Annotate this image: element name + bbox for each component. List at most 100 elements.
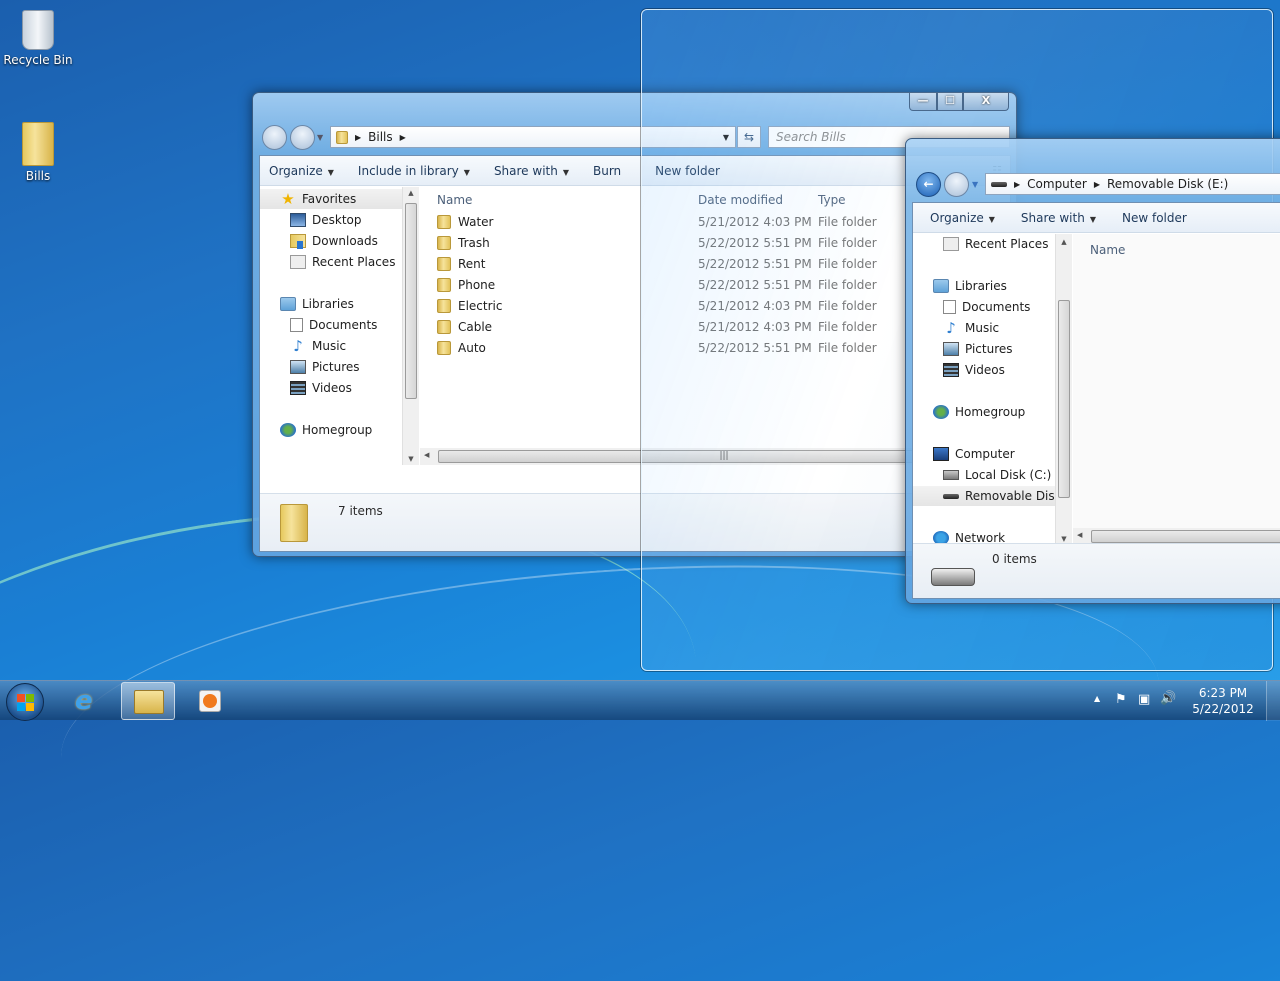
column-header-name[interactable]: Name — [437, 193, 472, 207]
nav-item-recent-places[interactable]: Recent Places — [260, 252, 402, 272]
folder-icon — [437, 299, 451, 313]
removable-disk-icon — [991, 181, 1007, 187]
include-in-library-button[interactable]: Include in library ▼ — [349, 164, 479, 178]
taskbar-windows-explorer[interactable] — [121, 682, 175, 720]
nav-item-computer[interactable]: Computer — [913, 444, 1055, 464]
nav-item-homegroup[interactable]: Homegroup — [260, 420, 402, 440]
scroll-thumb[interactable] — [1091, 530, 1280, 543]
file-date-modified: 5/22/2012 5:51 PM — [698, 257, 812, 271]
nav-item-libraries[interactable]: Libraries — [260, 294, 402, 314]
documents-icon — [290, 318, 303, 332]
nav-item-favorites[interactable]: ★ Favorites — [260, 189, 402, 209]
nav-item-local-disk-c[interactable]: Local Disk (C:) — [913, 465, 1055, 485]
nav-item-label: Computer — [955, 447, 1015, 461]
back-button[interactable]: ← — [916, 172, 941, 197]
taskbar-internet-explorer[interactable]: e — [62, 682, 116, 720]
volume-icon[interactable]: 🔊 — [1160, 691, 1176, 706]
explorer-icon — [134, 690, 164, 714]
star-icon: ★ — [281, 190, 295, 208]
file-date-modified: 5/22/2012 5:51 PM — [698, 341, 812, 355]
folder-icon — [437, 278, 451, 292]
address-bar[interactable]: ▶ Bills ▶ ▼ — [330, 126, 736, 148]
nav-item-label: Removable Disk (E:) — [965, 489, 1055, 503]
column-header-type[interactable]: Type — [818, 193, 846, 207]
nav-item-music[interactable]: ♪ Music — [260, 336, 402, 356]
music-icon: ♪ — [293, 337, 303, 355]
action-center-icon[interactable]: ⚑ — [1115, 692, 1127, 707]
nav-item-homegroup[interactable]: Homegroup — [913, 402, 1055, 422]
network-icon[interactable]: ▣ — [1138, 692, 1150, 707]
videos-icon — [290, 381, 306, 395]
new-folder-button[interactable]: New folder — [1113, 211, 1196, 225]
nav-item-label: Videos — [965, 363, 1005, 377]
nav-item-videos[interactable]: Videos — [913, 360, 1055, 380]
breadcrumb-computer[interactable]: Computer — [1027, 177, 1087, 191]
scroll-thumb[interactable] — [405, 203, 417, 399]
minimize-button[interactable]: — — [909, 93, 937, 111]
nav-item-music[interactable]: ♪ Music — [913, 318, 1055, 338]
back-button[interactable] — [262, 125, 287, 150]
scroll-down-icon: ▼ — [408, 455, 414, 463]
column-header-name[interactable]: Name — [1090, 243, 1125, 257]
organize-button[interactable]: Organize ▼ — [260, 164, 343, 178]
desktop-icon-recycle-bin[interactable]: Recycle Bin — [0, 10, 76, 67]
pictures-icon — [943, 342, 959, 356]
system-tray: ▲ ⚑ ▣ 🔊 6:23 PM 5/22/2012 — [1080, 681, 1280, 721]
file-date-modified: 5/22/2012 5:51 PM — [698, 278, 812, 292]
desktop-icon-label: Bills — [25, 169, 51, 183]
videos-icon — [943, 363, 959, 377]
nav-item-pictures[interactable]: Pictures — [260, 357, 402, 377]
desktop-icon-bills[interactable]: Bills — [0, 122, 76, 183]
new-folder-button[interactable]: New folder — [646, 164, 729, 178]
breadcrumb-removable-disk[interactable]: Removable Disk (E:) — [1107, 177, 1228, 191]
share-with-button[interactable]: Share with ▼ — [1012, 211, 1105, 225]
breadcrumb-separator-icon[interactable]: ▶ — [1094, 180, 1100, 189]
nav-item-videos[interactable]: Videos — [260, 378, 402, 398]
nav-item-label: Libraries — [955, 279, 1007, 293]
organize-button[interactable]: Organize ▼ — [921, 211, 1004, 225]
homegroup-icon — [933, 405, 949, 419]
refresh-icon: ⇆ — [743, 130, 755, 144]
nav-item-pictures[interactable]: Pictures — [913, 339, 1055, 359]
show-hidden-icons-icon[interactable]: ▲ — [1094, 694, 1100, 703]
forward-button[interactable] — [944, 172, 969, 197]
scroll-thumb[interactable] — [1058, 300, 1070, 498]
nav-item-label: Downloads — [312, 234, 378, 248]
share-with-button[interactable]: Share with ▼ — [485, 164, 578, 178]
folder-icon — [437, 236, 451, 250]
navigation-scrollbar[interactable]: ▲ ▼ — [402, 187, 419, 465]
breadcrumb-bills[interactable]: Bills — [368, 130, 393, 144]
maximize-button[interactable]: ☐ — [937, 93, 963, 111]
taskbar: e ▲ ⚑ ▣ 🔊 6:23 PM 5/22/2012 — [0, 680, 1280, 721]
nav-item-libraries[interactable]: Libraries — [913, 276, 1055, 296]
start-button[interactable] — [6, 683, 44, 721]
nav-item-computer[interactable]: Computer — [260, 462, 402, 465]
address-bar[interactable]: ▶ Computer ▶ Removable Disk (E:) — [985, 173, 1280, 195]
libraries-icon — [933, 279, 949, 293]
taskbar-media-player[interactable] — [183, 682, 237, 720]
nav-item-documents[interactable]: Documents — [260, 315, 402, 335]
libraries-icon — [280, 297, 296, 311]
forward-button[interactable] — [290, 125, 315, 150]
clock-time: 6:23 PM — [1198, 686, 1248, 700]
clock[interactable]: 6:23 PM 5/22/2012 — [1188, 685, 1258, 717]
nav-item-recent-places[interactable]: Recent Places — [913, 234, 1055, 254]
show-desktop-button[interactable] — [1266, 681, 1280, 721]
recent-pages-dropdown[interactable]: ▼ — [972, 180, 978, 189]
nav-item-desktop[interactable]: Desktop — [260, 210, 402, 230]
nav-item-downloads[interactable]: Downloads — [260, 231, 402, 251]
recent-pages-dropdown[interactable]: ▼ — [317, 133, 323, 142]
column-header-date-modified[interactable]: Date modified — [698, 193, 783, 207]
nav-item-documents[interactable]: Documents — [913, 297, 1055, 317]
navigation-scrollbar[interactable]: ▲ ▼ — [1055, 234, 1072, 545]
breadcrumb-separator-icon[interactable]: ▶ — [400, 133, 406, 142]
refresh-button[interactable]: ⇆ — [737, 126, 761, 148]
folder-icon — [437, 257, 451, 271]
address-dropdown-icon[interactable]: ▼ — [723, 133, 729, 142]
nav-item-label: Recent Places — [312, 255, 396, 269]
nav-item-label: Libraries — [302, 297, 354, 311]
burn-button[interactable]: Burn — [584, 164, 630, 178]
homegroup-icon — [280, 423, 296, 437]
close-button[interactable]: X — [963, 93, 1009, 111]
nav-item-removable-disk-e[interactable]: Removable Disk (E:) — [913, 486, 1055, 506]
